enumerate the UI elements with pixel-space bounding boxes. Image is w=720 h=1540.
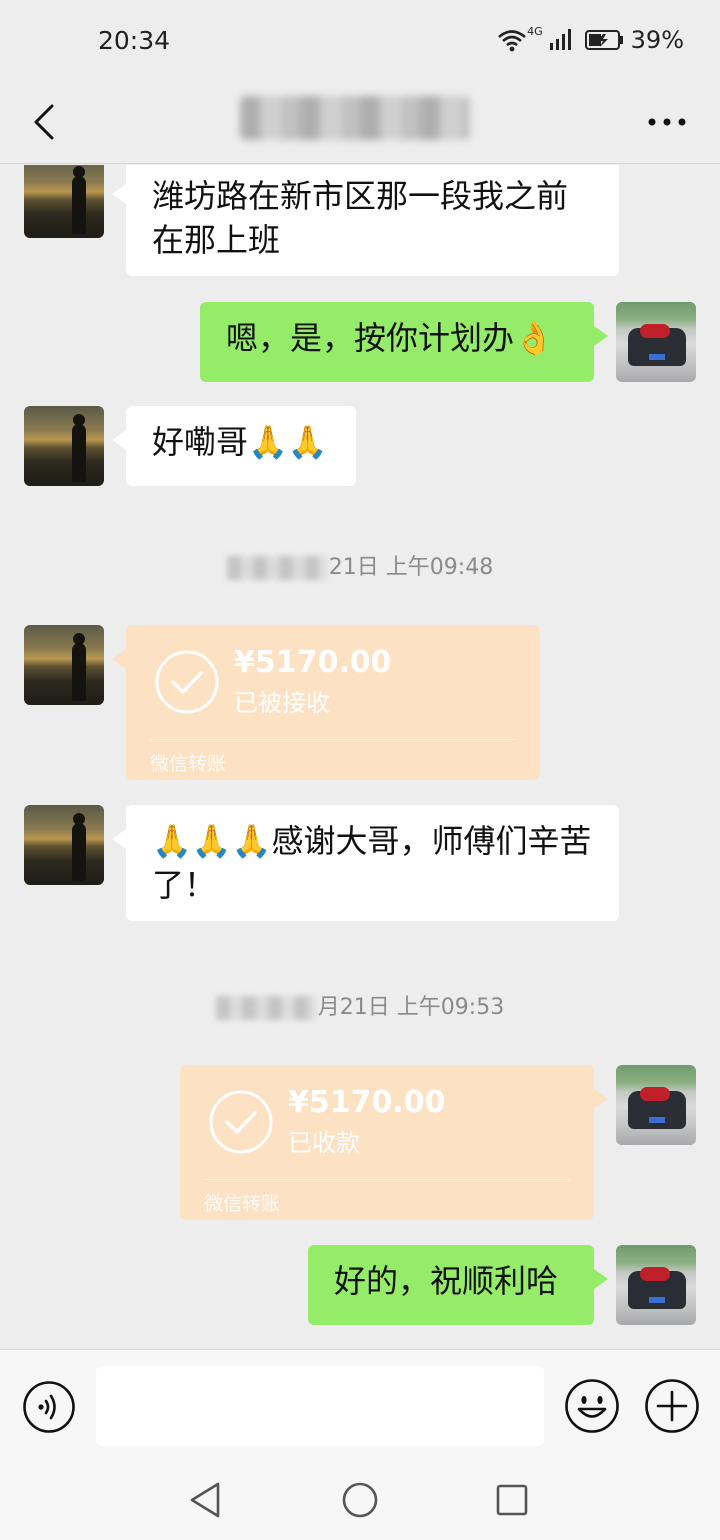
contact-avatar[interactable] xyxy=(24,625,104,705)
more-icon xyxy=(648,118,686,126)
contact-avatar[interactable] xyxy=(24,805,104,885)
status-bar: 20:34 4G 39% xyxy=(0,0,720,80)
chevron-left-icon xyxy=(34,104,54,140)
transfer-amount: ¥5170.00 xyxy=(288,1085,446,1120)
message-text: 好的，祝顺利哈 xyxy=(334,1262,559,1300)
chat-header xyxy=(0,80,720,164)
timestamp-obscured xyxy=(226,556,327,580)
contact-avatar[interactable] xyxy=(24,406,104,486)
contact-avatar[interactable] xyxy=(24,165,104,238)
message-text: 潍坊路在新市区那一段我之前在那上班 xyxy=(152,177,569,259)
transfer-card-incoming[interactable]: ¥5170.00 已被接收 微信转账 xyxy=(112,625,540,780)
message-bubble-outgoing[interactable]: 好的，祝顺利哈 xyxy=(308,1245,608,1325)
system-nav-bar xyxy=(0,1460,720,1540)
chat-title-obscured xyxy=(240,96,470,140)
transfer-status: 已收款 xyxy=(288,1129,360,1157)
my-avatar[interactable] xyxy=(616,302,696,382)
transfer-brand: 微信转账 xyxy=(204,1193,281,1215)
transfer-divider xyxy=(204,1179,570,1180)
battery-icon xyxy=(584,30,623,50)
timestamp-obscured xyxy=(215,996,316,1020)
transfer-brand: 微信转账 xyxy=(150,753,227,775)
back-button[interactable] xyxy=(22,92,66,152)
ok-hand-emoji: 👌 xyxy=(514,319,554,357)
more-button[interactable] xyxy=(642,100,692,144)
network-type: 4G xyxy=(527,24,543,38)
message-bubble-incoming[interactable]: 🙏🙏🙏感谢大哥，师傅们辛苦了！ xyxy=(112,805,619,921)
timestamp-text: 月21日 上午09:53 xyxy=(317,995,505,1020)
transfer-amount: ¥5170.00 xyxy=(234,645,392,680)
status-icons: 4G 39% xyxy=(497,24,684,54)
nav-recent-icon[interactable] xyxy=(490,1478,534,1522)
plus-icon[interactable] xyxy=(644,1378,700,1434)
emoji-smile-icon[interactable] xyxy=(564,1378,620,1434)
timestamp-text: 21日 上午09:48 xyxy=(328,555,494,580)
message-timestamp: 月21日 上午09:53 xyxy=(0,989,720,1021)
chat-messages[interactable]: 潍坊路在新市区那一段我之前在那上班 嗯，是，按你计划办👌 好嘞哥🙏🙏 21日 上… xyxy=(0,165,720,1349)
message-text: 好嘞哥 xyxy=(152,423,249,461)
message-bubble-incoming[interactable]: 好嘞哥🙏🙏 xyxy=(112,406,356,486)
message-text: 嗯，是，按你计划办 xyxy=(226,319,515,357)
transfer-card-outgoing[interactable]: ¥5170.00 已收款 微信转账 xyxy=(180,1065,608,1220)
voice-icon[interactable] xyxy=(22,1380,76,1434)
transfer-divider xyxy=(150,739,516,740)
my-avatar[interactable] xyxy=(616,1245,696,1325)
nav-home-icon[interactable] xyxy=(338,1478,382,1522)
check-circle-icon xyxy=(209,1090,273,1154)
status-time: 20:34 xyxy=(98,26,171,55)
pray-emoji: 🙏🙏 xyxy=(248,423,328,461)
wifi-icon xyxy=(498,30,526,52)
message-bubble-incoming[interactable]: 潍坊路在新市区那一段我之前在那上班 xyxy=(112,165,619,276)
signal-icon xyxy=(549,29,571,50)
message-bubble-outgoing[interactable]: 嗯，是，按你计划办👌 xyxy=(200,302,608,382)
nav-back-icon[interactable] xyxy=(184,1478,228,1522)
battery-percent: 39% xyxy=(630,26,684,54)
input-bar xyxy=(0,1349,720,1460)
message-timestamp: 21日 上午09:48 xyxy=(0,549,720,581)
my-avatar[interactable] xyxy=(616,1065,696,1145)
transfer-status: 已被接收 xyxy=(234,689,330,717)
message-input[interactable] xyxy=(96,1366,544,1446)
pray-emoji: 🙏🙏🙏 xyxy=(152,822,272,860)
check-circle-icon xyxy=(155,650,219,714)
